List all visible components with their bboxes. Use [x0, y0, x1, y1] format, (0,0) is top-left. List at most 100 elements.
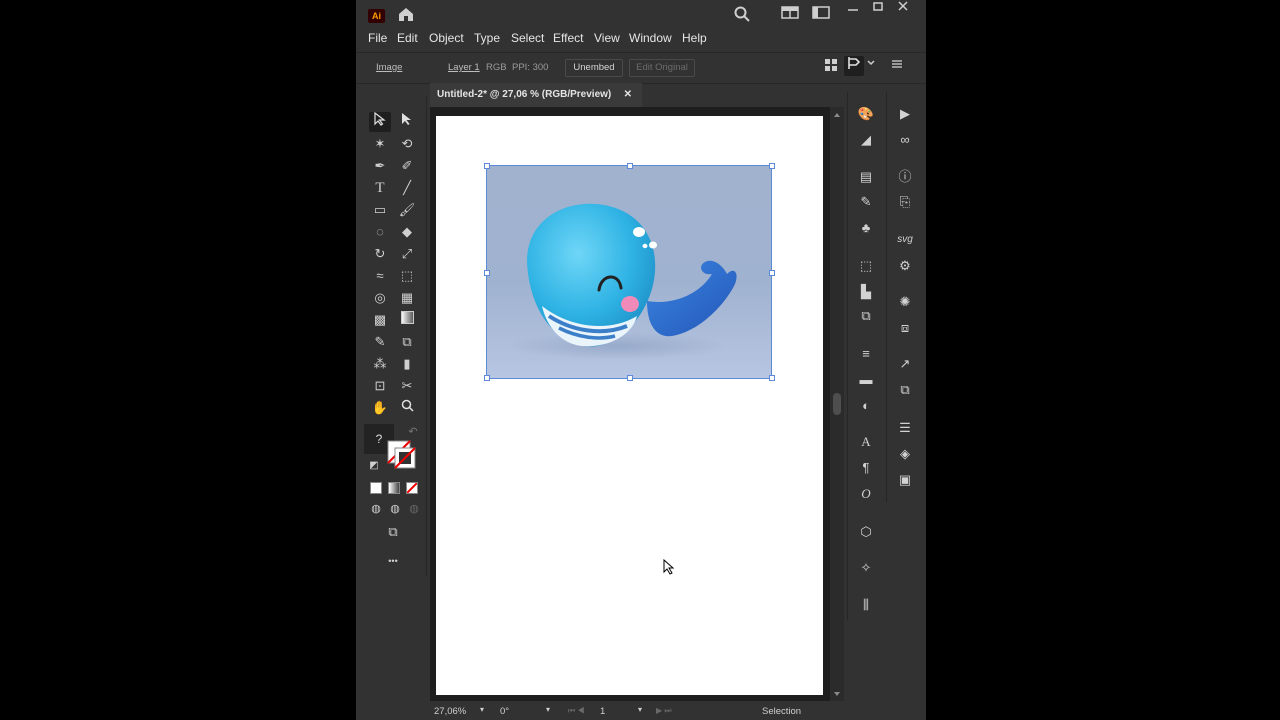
scale-tool-icon[interactable]: ⤢: [396, 244, 418, 264]
stroke-panel-icon[interactable]: ≡: [856, 344, 876, 364]
swatches-icon[interactable]: ▤: [856, 167, 876, 187]
resize-handle[interactable]: [484, 163, 490, 169]
close-window-icon[interactable]: [893, 0, 913, 19]
artboard[interactable]: [436, 116, 823, 695]
align-panel-icon[interactable]: ▙: [856, 282, 876, 302]
pathfinder-icon[interactable]: ⧉: [856, 306, 876, 326]
draw-inside-icon[interactable]: ◍: [403, 499, 425, 519]
actions-icon[interactable]: ▶: [895, 104, 915, 124]
image-trace-icon[interactable]: ⎘: [895, 192, 915, 212]
menu-type[interactable]: Type: [474, 31, 500, 45]
perspective-grid-tool-icon[interactable]: ▦: [396, 288, 418, 308]
color-guide-icon[interactable]: ◢: [856, 130, 876, 150]
object-type-label[interactable]: Image: [376, 62, 402, 73]
links-icon[interactable]: ∞: [895, 130, 915, 150]
hand-tool-icon[interactable]: ✋: [369, 398, 391, 418]
shape-builder-tool-icon[interactable]: ◎: [369, 288, 391, 308]
shaper-tool-icon[interactable]: ◌: [369, 222, 391, 242]
menu-view[interactable]: View: [594, 31, 620, 45]
curvature-tool-icon[interactable]: ✐: [396, 156, 418, 176]
menu-edit[interactable]: Edit: [397, 31, 418, 45]
search-icon[interactable]: [732, 5, 752, 25]
eyedropper-tool-icon[interactable]: ✎: [369, 332, 391, 352]
menu-file[interactable]: File: [368, 31, 387, 45]
minimize-icon[interactable]: [843, 2, 863, 22]
brushes-icon[interactable]: ✎: [856, 192, 876, 212]
paragraph-panel-icon[interactable]: ¶: [856, 458, 876, 478]
magic-wand-tool-icon[interactable]: ✶: [369, 134, 391, 154]
color-mode-icon[interactable]: [370, 482, 382, 494]
transparency-icon[interactable]: ◐: [856, 396, 876, 416]
artboards-panel-icon[interactable]: ⧉: [895, 380, 915, 400]
menu-object[interactable]: Object: [429, 31, 464, 45]
layer-link[interactable]: Layer 1: [448, 62, 480, 73]
menu-help[interactable]: Help: [682, 31, 707, 45]
artboard-dropdown-icon[interactable]: ▾: [638, 705, 642, 714]
graphic-styles-icon[interactable]: ⧈: [895, 318, 915, 338]
screen-mode-icon[interactable]: ⧉: [382, 522, 404, 542]
vertical-scrollbar[interactable]: [830, 107, 844, 701]
gradient-tool-icon[interactable]: [396, 310, 418, 330]
placed-image[interactable]: [484, 163, 775, 381]
export-icon[interactable]: ↗: [895, 354, 915, 374]
default-colors-icon[interactable]: ◩: [363, 456, 385, 476]
menu-window[interactable]: Window: [629, 31, 672, 45]
symbols-icon[interactable]: ♣: [856, 218, 876, 238]
scroll-up-icon[interactable]: [834, 113, 840, 117]
rotation-dropdown-icon[interactable]: ▾: [546, 705, 550, 714]
first-artboard-icon[interactable]: ⏮ ◀: [568, 706, 585, 716]
graph-tool-icon[interactable]: ▮: [396, 354, 418, 374]
eraser-tool-icon[interactable]: ◆: [396, 222, 418, 242]
blend-tool-icon[interactable]: ⧉: [396, 332, 418, 352]
workspace-icon[interactable]: [780, 5, 800, 25]
none-mode-icon[interactable]: [406, 482, 418, 494]
home-icon[interactable]: [396, 5, 416, 25]
properties-sliders-icon[interactable]: ☰: [895, 418, 915, 438]
chevron-down-icon[interactable]: [861, 56, 881, 76]
resize-handle[interactable]: [769, 163, 775, 169]
close-document-icon[interactable]: ✕: [624, 83, 632, 107]
opentype-panel-icon[interactable]: O: [856, 484, 876, 504]
align-grid-icon[interactable]: [821, 57, 841, 77]
lasso-tool-icon[interactable]: ⟲: [396, 134, 418, 154]
resize-handle[interactable]: [627, 163, 633, 169]
menu-select[interactable]: Select: [511, 31, 544, 45]
gradient-panel-icon[interactable]: ▬: [856, 370, 876, 390]
resize-handle[interactable]: [627, 375, 633, 381]
gradient-mode-icon[interactable]: [388, 482, 400, 494]
line-tool-icon[interactable]: ╱: [396, 178, 418, 198]
artboard-number[interactable]: 1: [600, 706, 605, 717]
svg-interactivity-icon[interactable]: svg: [895, 230, 915, 250]
rotate-tool-icon[interactable]: ↻: [369, 244, 391, 264]
fill-stroke-swatch[interactable]: [384, 439, 416, 469]
selection-tool-icon[interactable]: [369, 111, 391, 132]
adjustments-icon[interactable]: ⫼: [856, 595, 876, 615]
unembed-button[interactable]: Unembed: [565, 59, 623, 77]
resize-handle[interactable]: [769, 270, 775, 276]
canvas-area[interactable]: [430, 107, 830, 701]
resize-handle[interactable]: [484, 375, 490, 381]
properties-icon[interactable]: ✧: [856, 558, 876, 578]
document-tab[interactable]: Untitled-2* @ 27,06 % (RGB/Preview) ✕: [430, 83, 642, 107]
mesh-tool-icon[interactable]: ▩: [369, 310, 391, 330]
zoom-dropdown-icon[interactable]: ▾: [480, 705, 484, 714]
scroll-down-icon[interactable]: [834, 692, 840, 696]
libraries-icon[interactable]: ▣: [895, 470, 915, 490]
menu-effect[interactable]: Effect: [553, 31, 583, 45]
direct-selection-tool-icon[interactable]: [396, 112, 418, 132]
symbol-sprayer-tool-icon[interactable]: ⁂: [369, 354, 391, 374]
type-tool-icon[interactable]: T: [369, 178, 391, 198]
rotation-value[interactable]: 0°: [500, 706, 509, 717]
layers-icon[interactable]: ◈: [895, 444, 915, 464]
resize-handle[interactable]: [769, 375, 775, 381]
asset-export-icon[interactable]: ⚙: [895, 256, 915, 276]
character-panel-icon[interactable]: A: [856, 432, 876, 452]
width-tool-icon[interactable]: ≈: [369, 266, 391, 286]
last-artboard-icon[interactable]: ▶ ⏭: [656, 706, 672, 716]
scroll-thumb[interactable]: [833, 393, 841, 415]
color-panel-icon[interactable]: 🎨: [856, 104, 876, 124]
zoom-tool-icon[interactable]: [396, 398, 418, 418]
panel-menu-icon[interactable]: [887, 56, 907, 76]
edit-toolbar-button[interactable]: •••: [382, 551, 404, 571]
document-info-icon[interactable]: ⓘ: [895, 167, 915, 187]
